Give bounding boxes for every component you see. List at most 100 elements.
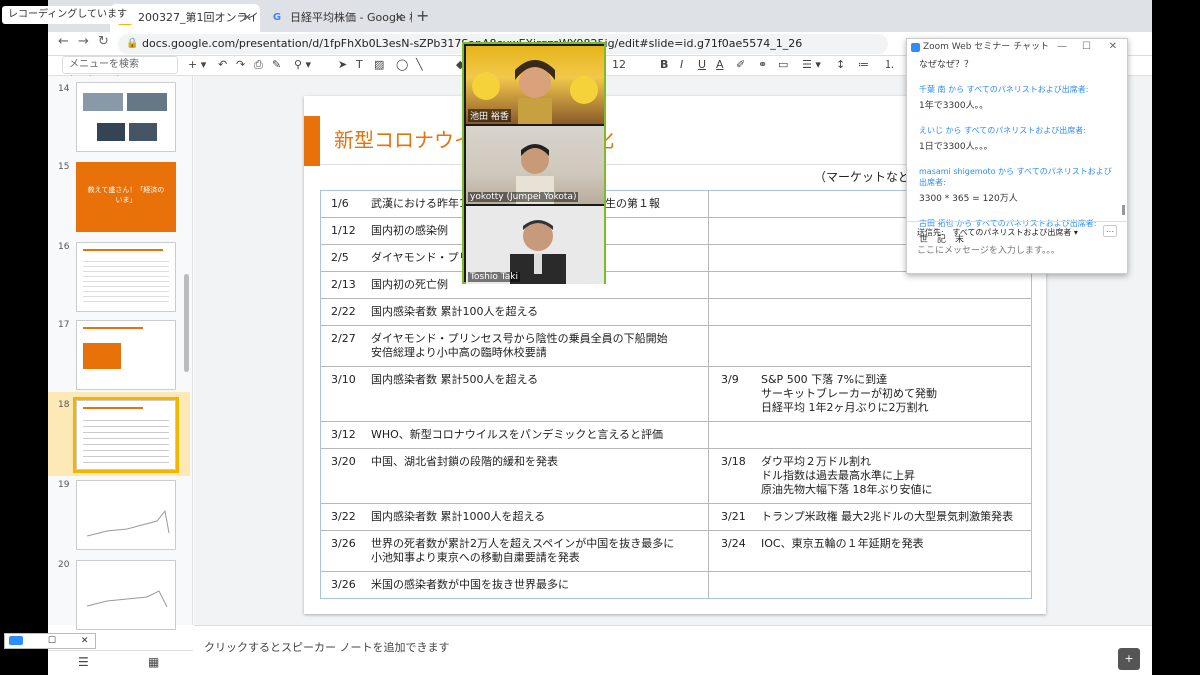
market-date: 3/24 [721,537,746,550]
chat-message-input[interactable]: ここにメッセージを入力します。。。 [917,243,1060,256]
send-to-dropdown[interactable]: すべてのパネリストおよび出席者 ▾ [952,227,1078,238]
chart-thumbnail-icon [86,590,168,608]
event-cell[interactable]: 3/22 国内感染者数 累計1000人を超える [321,504,709,530]
numbered-list-icon[interactable]: ⒈ [884,57,895,73]
event-cell[interactable]: 3/26 世界の死者数が累計2万人を超えスペインが中国を抜き最多に 小池知事より東… [321,531,709,571]
highlight-icon[interactable]: ✐ [736,57,745,73]
chat-message-body: なぜなぜ？？ [919,60,974,70]
market-text: トランプ米政権 最大2兆ドルの大型景気刺激策発表 [761,510,1014,523]
market-cell[interactable]: 3/18 ダウ平均２万ドル割れ ドル指数は過去最高水準に上昇 原油先物大幅下落 1… [709,449,1031,503]
new-slide-icon[interactable]: + ▾ [188,57,206,73]
video-tile[interactable]: Toshio Taki [466,206,604,284]
slide-thumbnail[interactable]: 教えて盛さん！「経済のいま」 [76,162,176,232]
more-options-icon[interactable]: … [1103,225,1117,237]
image-icon[interactable]: ▨ [374,57,384,73]
link-icon[interactable]: ⚭ [758,57,767,73]
redo-icon[interactable]: ↷ [236,57,245,73]
minimize-icon[interactable]: ☐ [48,636,56,646]
event-date: 3/10 [331,373,356,386]
comment-icon[interactable]: ▭ [778,57,788,73]
speaker-notes[interactable]: クリックするとスピーカー ノートを追加できます + [194,625,1152,675]
shape-icon[interactable]: ◯ [396,57,408,73]
event-cell[interactable]: 3/20 中国、湖北省封鎖の段階的緩和を発表 [321,449,709,503]
close-tab-icon[interactable]: ✕ [395,4,404,32]
back-icon[interactable]: ← [58,34,69,49]
market-cell[interactable] [709,326,1031,366]
market-cell[interactable] [709,422,1031,448]
filmstrip-scrollbar[interactable] [184,274,189,372]
text-color-button[interactable]: A [716,57,724,73]
slide-number: 17 [58,320,70,330]
tab-google-search[interactable]: G 日経平均株価 - Google 検索 ✕ [262,4,412,32]
event-cell[interactable]: 2/22 国内感染者数 累計100人を超える [321,299,709,325]
table-row: 2/27 ダイヤモンド・プリンセス号から陰性の乗員全員の下船開始 安倍総理より小中… [321,325,1031,366]
chat-message-list: なぜなぜ？？ 千葉 南 から すべてのパネリストおよび出席者: 1年で3300人… [919,57,1119,245]
chart-thumbnail-icon [86,509,170,537]
slide-thumbnail[interactable] [76,82,176,152]
video-tile[interactable]: yokotty (Jumpei Yokota) [466,126,604,204]
close-tab-icon[interactable]: ✕ [243,4,252,32]
new-tab-button[interactable]: + [416,4,429,28]
comment-add-icon[interactable]: + [1118,648,1140,670]
chat-scrollbar[interactable] [1122,205,1125,215]
table-row: 2/22 国内感染者数 累計100人を超える [321,298,1031,325]
grid-view-icon[interactable]: ▦ [148,655,159,669]
paint-format-icon[interactable]: ✎ [272,57,281,73]
minimize-icon[interactable]: — [1057,39,1067,55]
zoom-chat-window[interactable]: Zoom Web セミナー チャット — ☐ ✕ なぜなぜ？？ 千葉 南 から … [906,38,1128,274]
market-cell[interactable]: 3/9 S&P 500 下落 7%に到達 サーキットブレーカーが初めて発動 日経平… [709,367,1031,421]
slide-thumbnail[interactable] [76,480,176,550]
event-text: 中国、湖北省封鎖の段階的緩和を発表 [371,455,558,468]
zoom-icon[interactable]: ⚲ ▾ [294,57,311,73]
event-cell[interactable]: 3/26 米国の感染者数が中国を抜き世界最多に [321,572,709,598]
market-cell[interactable]: 3/21 トランプ米政権 最大2兆ドルの大型景気刺激策発表 [709,504,1031,530]
table-row: 3/22 国内感染者数 累計1000人を超える 3/21 トランプ米政権 最大2兆ドル… [321,503,1031,530]
select-icon[interactable]: ➤ [338,57,347,73]
event-text: WHO、新型コロナウイルスをパンデミックと言えると評価 [371,428,664,441]
line-spacing-icon[interactable]: ↕ [836,57,845,73]
event-cell[interactable]: 3/12 WHO、新型コロナウイルスをパンデミックと言えると評価 [321,422,709,448]
slide-thumbnail[interactable] [76,320,176,390]
close-icon[interactable]: ✕ [1109,39,1117,55]
market-cell[interactable] [709,272,1031,298]
slide-thumbnail[interactable] [76,560,176,630]
menu-search-input[interactable]: メニューを検索 (option+/) [62,56,178,86]
print-icon[interactable]: ⎙ [254,57,263,73]
lock-icon: 🔒 [126,38,139,49]
reload-icon[interactable]: ↻ [98,34,109,49]
zoom-mini-controls[interactable]: ☐ ✕ [4,633,96,649]
bold-button[interactable]: B [660,57,668,73]
market-cell[interactable]: 3/24 IOC、東京五輪の１年延期を発表 [709,531,1031,571]
line-icon[interactable]: ╲ [416,57,423,73]
filmstrip-footer: ☰ ▦ [48,650,193,675]
underline-button[interactable]: U [698,57,706,73]
undo-icon[interactable]: ↶ [218,57,227,73]
video-tile[interactable]: 池田 裕香 [466,46,604,124]
chat-divider [907,221,1127,222]
event-cell[interactable]: 3/10 国内感染者数 累計500人を超える [321,367,709,421]
slide-thumbnail-selected[interactable] [73,397,179,473]
video-gallery[interactable]: 池田 裕香 yokotty (Jumpei Yokota) Toshio Tak… [462,42,606,284]
textbox-icon[interactable]: T [356,57,363,73]
event-text: 国内感染者数 累計500人を超える [371,373,539,386]
slide-number: 19 [58,480,70,490]
align-icon[interactable]: ☰ ▾ [802,57,821,73]
bulleted-list-icon[interactable]: ≔ [858,57,869,73]
table-row: 3/12 WHO、新型コロナウイルスをパンデミックと言えると評価 [321,421,1031,448]
italic-button[interactable]: I [680,57,683,73]
slide-filmstrip: 14 15 教えて盛さん！「経済のいま」 16 17 18 19 20 [48,76,193,630]
event-date: 3/20 [331,455,356,468]
event-cell[interactable]: 2/27 ダイヤモンド・プリンセス号から陰性の乗員全員の下船開始 安倍総理より小中… [321,326,709,366]
slide-thumbnail[interactable] [76,242,176,312]
list-view-icon[interactable]: ☰ [78,655,89,669]
forward-icon[interactable]: → [78,34,89,49]
font-size-field[interactable]: 12 [612,57,626,73]
market-cell[interactable] [709,299,1031,325]
participant-name: 池田 裕香 [468,109,511,122]
close-icon[interactable]: ✕ [81,636,89,646]
maximize-icon[interactable]: ☐ [1082,39,1091,55]
zoom-video-icon[interactable] [9,636,23,645]
event-date: 2/22 [331,305,356,318]
market-cell[interactable] [709,572,1031,598]
event-date: 2/5 [331,251,349,264]
